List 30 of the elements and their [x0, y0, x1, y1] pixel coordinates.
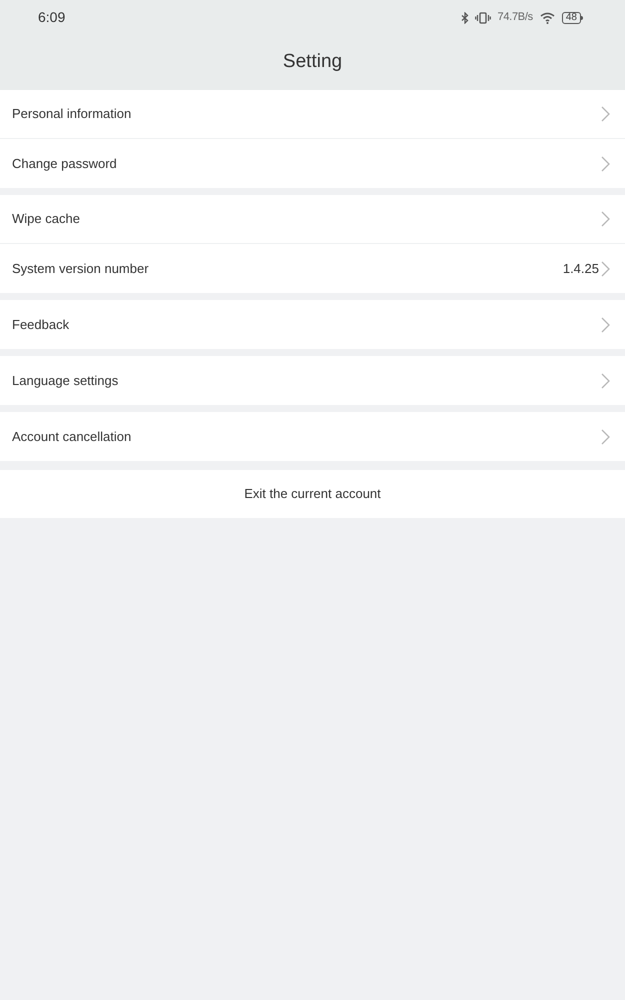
row-label: Change password	[12, 154, 118, 173]
chevron-right-icon	[601, 106, 610, 122]
page-title: Setting	[282, 50, 342, 74]
row-label: Language settings	[12, 372, 120, 390]
settings-row[interactable]: Change password	[0, 139, 625, 188]
chevron-right-icon	[601, 428, 610, 444]
status-time: 6:09	[38, 8, 66, 27]
bluetooth-icon	[461, 12, 470, 24]
wifi-icon	[538, 12, 556, 24]
chevron-right-icon	[601, 316, 610, 332]
row-label: System version number	[12, 260, 150, 278]
settings-row[interactable]: Language settings	[0, 356, 625, 405]
row-label: Feedback	[12, 316, 70, 334]
chevron-right-icon	[601, 372, 610, 388]
exit-account-button[interactable]: Exit the current account	[0, 470, 625, 518]
battery-indicator: 48	[562, 12, 583, 24]
chevron-right-icon	[601, 260, 610, 276]
row-value: 1.4.25	[562, 260, 599, 278]
row-label: Account cancellation	[12, 428, 132, 446]
chevron-right-icon	[601, 156, 610, 172]
settings-row[interactable]: Account cancellation	[0, 412, 625, 461]
vibrate-icon	[475, 12, 492, 24]
settings-row[interactable]: System version number 1.4.25	[0, 244, 625, 293]
settings-row[interactable]: Feedback	[0, 300, 625, 349]
row-label: Personal information	[12, 105, 132, 124]
settings-row[interactable]: Wipe cache	[0, 195, 625, 244]
settings-row[interactable]: Personal information	[0, 90, 625, 139]
row-label: Wipe cache	[12, 210, 81, 228]
network-speed: 74.7B/s	[497, 10, 533, 26]
chevron-right-icon	[601, 211, 610, 227]
